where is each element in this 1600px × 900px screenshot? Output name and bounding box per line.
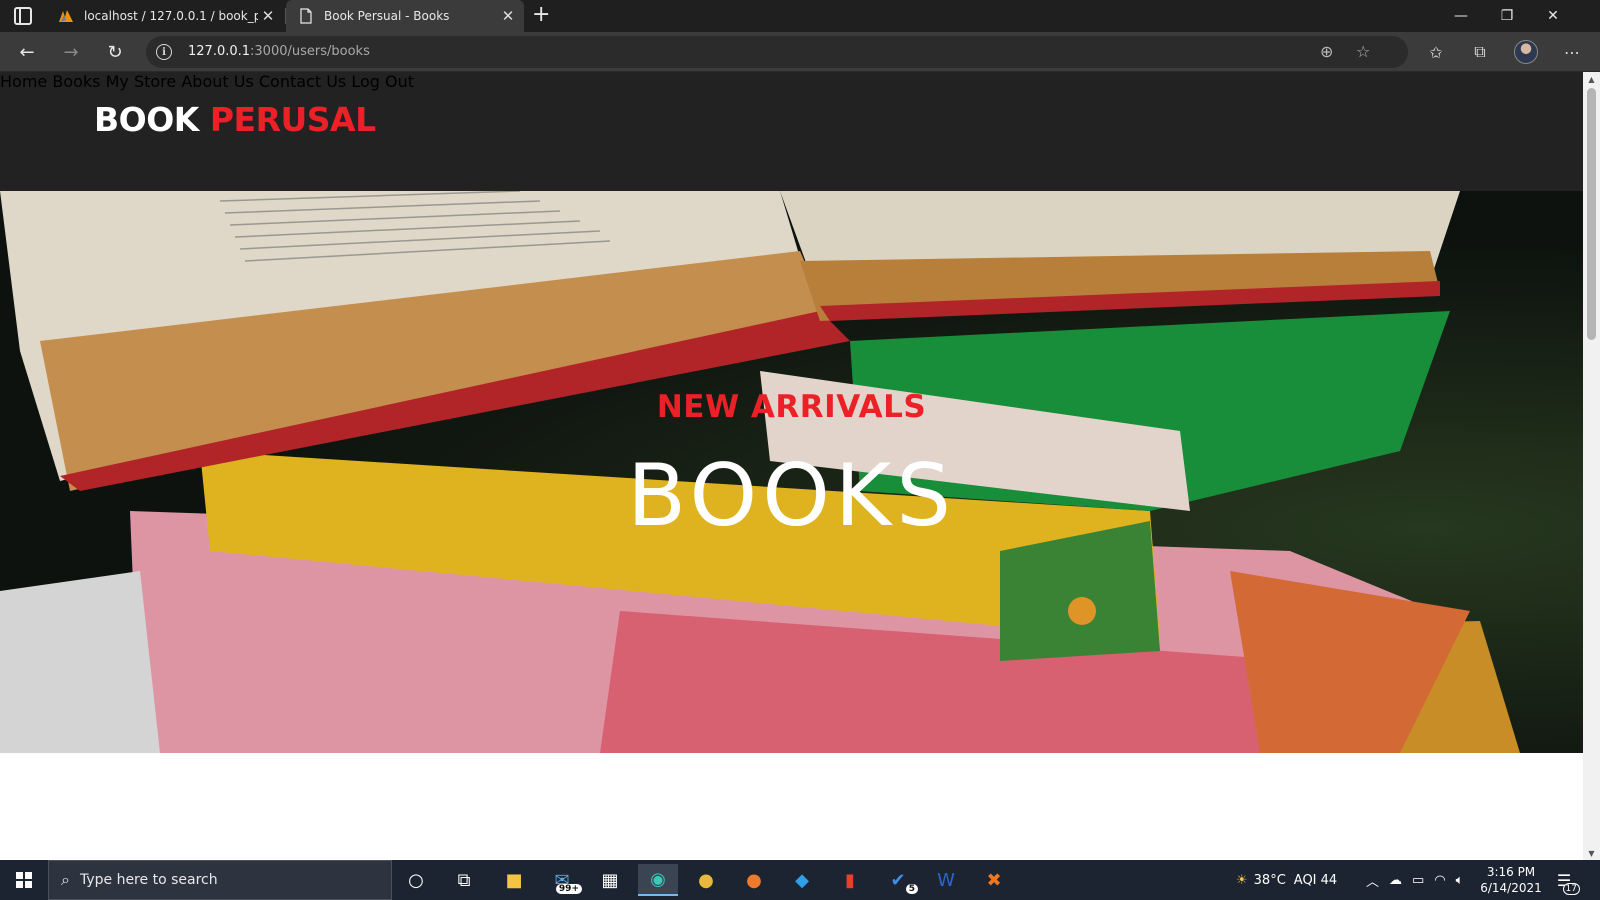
tab-actions-icon[interactable]: [14, 7, 32, 25]
forward-icon[interactable]: →: [58, 40, 84, 64]
phpmyadmin-favicon-icon: [58, 8, 74, 24]
close-tab-icon[interactable]: ✕: [258, 7, 278, 25]
word-icon[interactable]: W: [926, 864, 966, 896]
browser-toolbar: ← → ↻ i 127.0.0.1:3000/users/books ⊕ ☆ ✩…: [0, 32, 1600, 72]
todo-icon[interactable]: ✔ 5: [878, 864, 918, 896]
page-scrollbar[interactable]: ▲ ▼: [1583, 72, 1600, 860]
windows-taskbar: ⌕ Type here to search ○ ⧉ ■ ✉ 99+ ▦ ◉ ● ●…: [0, 860, 1600, 900]
back-icon[interactable]: ←: [14, 40, 40, 64]
wifi-icon[interactable]: ◠: [1434, 873, 1445, 888]
nav-log-out[interactable]: Log Out: [351, 72, 414, 91]
site-logo[interactable]: BOOK PERUSAL: [94, 100, 376, 139]
hero-banner: NEW ARRIVALS BOOKS: [0, 191, 1583, 753]
scroll-thumb[interactable]: [1587, 88, 1596, 340]
windows-logo-icon: [16, 872, 32, 888]
page-favicon-icon: [298, 8, 314, 24]
weather-icon: ☀: [1236, 872, 1248, 888]
battery-icon[interactable]: ▭: [1412, 873, 1424, 888]
close-window-icon[interactable]: ✕: [1530, 0, 1576, 32]
show-hidden-icons-icon[interactable]: ︿: [1366, 871, 1379, 890]
site-info-icon[interactable]: i: [156, 44, 172, 60]
weather-aqi: AQI 44: [1293, 872, 1338, 888]
tab-title: localhost / 127.0.0.1 / book_peru: [84, 9, 258, 23]
cortana-icon[interactable]: ○: [396, 864, 436, 896]
edge-icon[interactable]: ◉: [638, 864, 678, 896]
scroll-down-icon[interactable]: ▼: [1583, 846, 1600, 860]
search-icon: ⌕: [61, 870, 70, 889]
clock-date: 6/14/2021: [1480, 881, 1542, 895]
task-view-icon[interactable]: ⧉: [444, 864, 484, 896]
main-nav: Home Books My Store About Us Contact Us …: [0, 72, 1583, 91]
weather-widget[interactable]: ☀ 38°C AQI 44: [1236, 860, 1337, 900]
more-menu-icon[interactable]: ⋯: [1560, 40, 1584, 64]
notification-count: 17: [1562, 883, 1580, 895]
tab-title: Book Persual - Books: [324, 9, 450, 23]
volume-icon[interactable]: 🔈︎: [1456, 873, 1464, 888]
new-tab-icon[interactable]: +: [532, 4, 550, 26]
start-button[interactable]: [0, 860, 48, 900]
xampp-icon[interactable]: ✖: [974, 864, 1014, 896]
browser-tab-books[interactable]: Book Persual - Books ✕: [286, 0, 524, 32]
nav-contact-us[interactable]: Contact Us: [259, 72, 346, 91]
collections-icon[interactable]: ⧉: [1468, 40, 1492, 64]
chrome-icon[interactable]: ●: [686, 864, 726, 896]
browser-tab-phpmyadmin[interactable]: localhost / 127.0.0.1 / book_peru ✕: [46, 0, 284, 32]
nav-books[interactable]: Books: [52, 72, 100, 91]
browser-tab-bar: localhost / 127.0.0.1 / book_peru ✕ Book…: [0, 0, 1600, 32]
site-header: BOOK PERUSAL Home Books My Store About U…: [0, 72, 1583, 191]
nav-home[interactable]: Home: [0, 72, 47, 91]
minimize-icon[interactable]: —: [1438, 0, 1484, 32]
profile-avatar[interactable]: [1514, 40, 1538, 64]
web-page: BOOK PERUSAL Home Books My Store About U…: [0, 72, 1583, 860]
firefox-icon[interactable]: ●: [734, 864, 774, 896]
store-icon[interactable]: ▦: [590, 864, 630, 896]
clock-time: 3:16 PM: [1486, 865, 1536, 879]
refresh-icon[interactable]: ↻: [102, 40, 128, 64]
url-path: :3000/users/books: [250, 44, 370, 59]
notification-center-icon[interactable]: ☰ 17: [1552, 868, 1580, 895]
search-placeholder: Type here to search: [79, 872, 218, 888]
url-text[interactable]: 127.0.0.1:3000/users/books: [188, 44, 370, 59]
hero-subtitle: NEW ARRIVALS: [656, 389, 927, 425]
zoom-icon[interactable]: ⊕: [1320, 42, 1333, 61]
restore-icon[interactable]: ❐: [1484, 0, 1530, 32]
onedrive-icon[interactable]: ☁: [1389, 873, 1402, 888]
todo-badge: 5: [905, 884, 918, 894]
vscode-icon[interactable]: ◆: [782, 864, 822, 896]
office-icon[interactable]: ▮: [830, 864, 870, 896]
nav-about-us[interactable]: About Us: [181, 72, 253, 91]
scroll-up-icon[interactable]: ▲: [1583, 72, 1600, 86]
favorites-icon[interactable]: ✩: [1424, 40, 1448, 64]
nav-my-store[interactable]: My Store: [106, 72, 177, 91]
mail-badge: 99+: [555, 884, 582, 894]
weather-temp: 38°C: [1253, 872, 1286, 888]
add-favorite-icon[interactable]: ☆: [1356, 42, 1370, 61]
address-bar[interactable]: i 127.0.0.1:3000/users/books ⊕ ☆: [146, 36, 1408, 68]
url-host: 127.0.0.1: [188, 44, 251, 59]
taskbar-clock[interactable]: 3:16 PM 6/14/2021: [1476, 864, 1546, 896]
taskbar-search[interactable]: ⌕ Type here to search: [48, 860, 392, 900]
hero-title: BOOKS: [627, 446, 956, 546]
close-tab-icon[interactable]: ✕: [498, 7, 518, 25]
logo-text-book: BOOK: [94, 100, 199, 139]
logo-text-perusal: PERUSAL: [209, 100, 376, 139]
system-tray: ︿ ☁ ▭ ◠ 🔈︎: [1366, 860, 1463, 900]
mail-icon[interactable]: ✉ 99+: [542, 864, 582, 896]
file-explorer-icon[interactable]: ■: [494, 864, 534, 896]
